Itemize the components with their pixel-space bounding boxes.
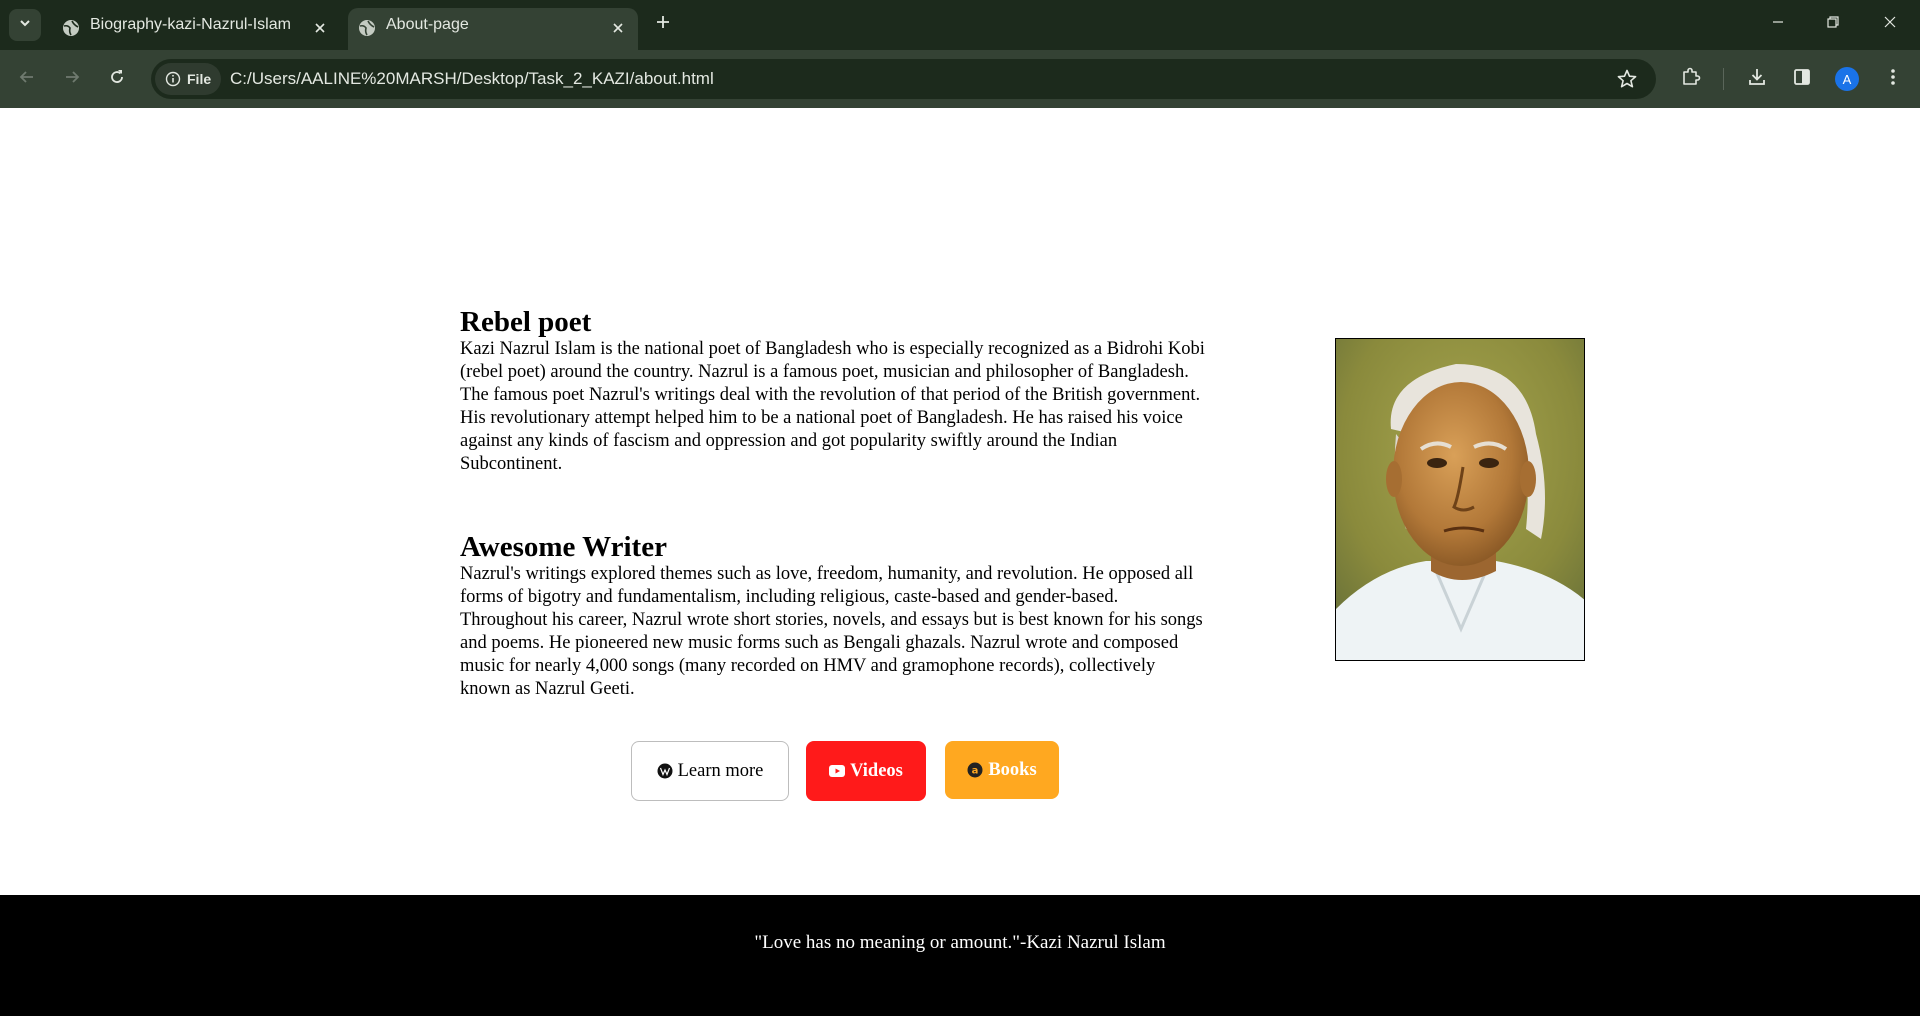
arrow-left-icon [18,68,36,91]
globe-icon [62,19,80,42]
tab-title: About-page [386,16,469,33]
url-text[interactable]: C:/Users/AALINE%20MARSH/Desktop/Task_2_K… [230,69,714,89]
books-button[interactable]: a Books [945,741,1059,799]
plus-icon [655,14,671,35]
page-content: Rebel poet Kazi Nazrul Islam is the nati… [0,108,1920,895]
wikipedia-icon [657,763,673,779]
awesome-writer-section: Awesome Writer Nazrul's writings explore… [460,532,1205,701]
new-tab-button[interactable] [651,12,675,36]
tab-biography[interactable]: Biography-kazi-Nazrul-Islam [52,8,340,50]
close-window-button[interactable] [1878,12,1902,36]
side-panel-button[interactable] [1788,65,1816,93]
rebel-poet-section: Rebel poet Kazi Nazrul Islam is the nati… [460,307,1205,476]
books-label: Books [988,759,1037,780]
minimize-icon [1771,15,1785,34]
forward-button[interactable] [58,65,86,93]
close-icon [1883,15,1897,34]
arrow-right-icon [63,68,81,91]
videos-button[interactable]: Videos [806,741,926,801]
minimize-button[interactable] [1766,12,1790,36]
bookmark-star-icon[interactable] [1616,68,1638,95]
extensions-button[interactable] [1677,65,1705,93]
learn-more-label: Learn more [677,760,764,781]
toolbar-separator [1723,68,1724,90]
footer: "Love has no meaning or amount."-Kazi Na… [0,895,1920,1016]
tab-title: Biography-kazi-Nazrul-Islam [90,16,291,33]
kebab-menu-icon [1882,66,1904,93]
profile-avatar[interactable]: A [1835,67,1859,91]
section-body: Kazi Nazrul Islam is the national poet o… [460,339,1205,474]
site-info-chip[interactable]: File [155,63,221,95]
amazon-icon: a [967,762,983,778]
info-icon [165,71,187,87]
reload-button[interactable] [103,65,131,93]
portrait-image [1335,338,1585,661]
download-icon [1746,66,1768,93]
restore-button[interactable] [1821,12,1845,36]
section-heading: Awesome Writer [460,531,667,563]
youtube-icon [829,765,846,777]
tab-about-page[interactable]: About-page [348,8,638,50]
close-icon[interactable] [608,18,628,38]
tab-strip: Biography-kazi-Nazrul-Islam About-page [0,0,1920,50]
restore-icon [1826,15,1840,34]
side-panel-icon [1791,66,1813,93]
svg-text:a: a [972,766,979,777]
reload-icon [108,68,126,91]
chevron-down-icon [18,16,32,35]
globe-icon [358,19,376,42]
tab-search-button[interactable] [9,9,41,41]
close-icon[interactable] [310,18,330,38]
footer-quote: "Love has no meaning or amount."-Kazi Na… [754,932,1166,953]
browser-toolbar: File C:/Users/AALINE%20MARSH/Desktop/Tas… [0,50,1920,108]
section-heading: Rebel poet [460,306,592,338]
downloads-button[interactable] [1743,65,1771,93]
back-button[interactable] [13,65,41,93]
videos-label: Videos [850,760,903,781]
browser-menu-button[interactable] [1879,65,1907,93]
address-bar[interactable]: File C:/Users/AALINE%20MARSH/Desktop/Tas… [151,59,1656,99]
learn-more-button[interactable]: Learn more [631,741,789,801]
puzzle-icon [1680,66,1702,93]
link-buttons: Learn more Videos a Books [0,741,1920,801]
about-text-column: Rebel poet Kazi Nazrul Islam is the nati… [460,307,1205,701]
section-body: Nazrul's writings explored themes such a… [460,564,1203,699]
chip-label: File [187,71,212,87]
